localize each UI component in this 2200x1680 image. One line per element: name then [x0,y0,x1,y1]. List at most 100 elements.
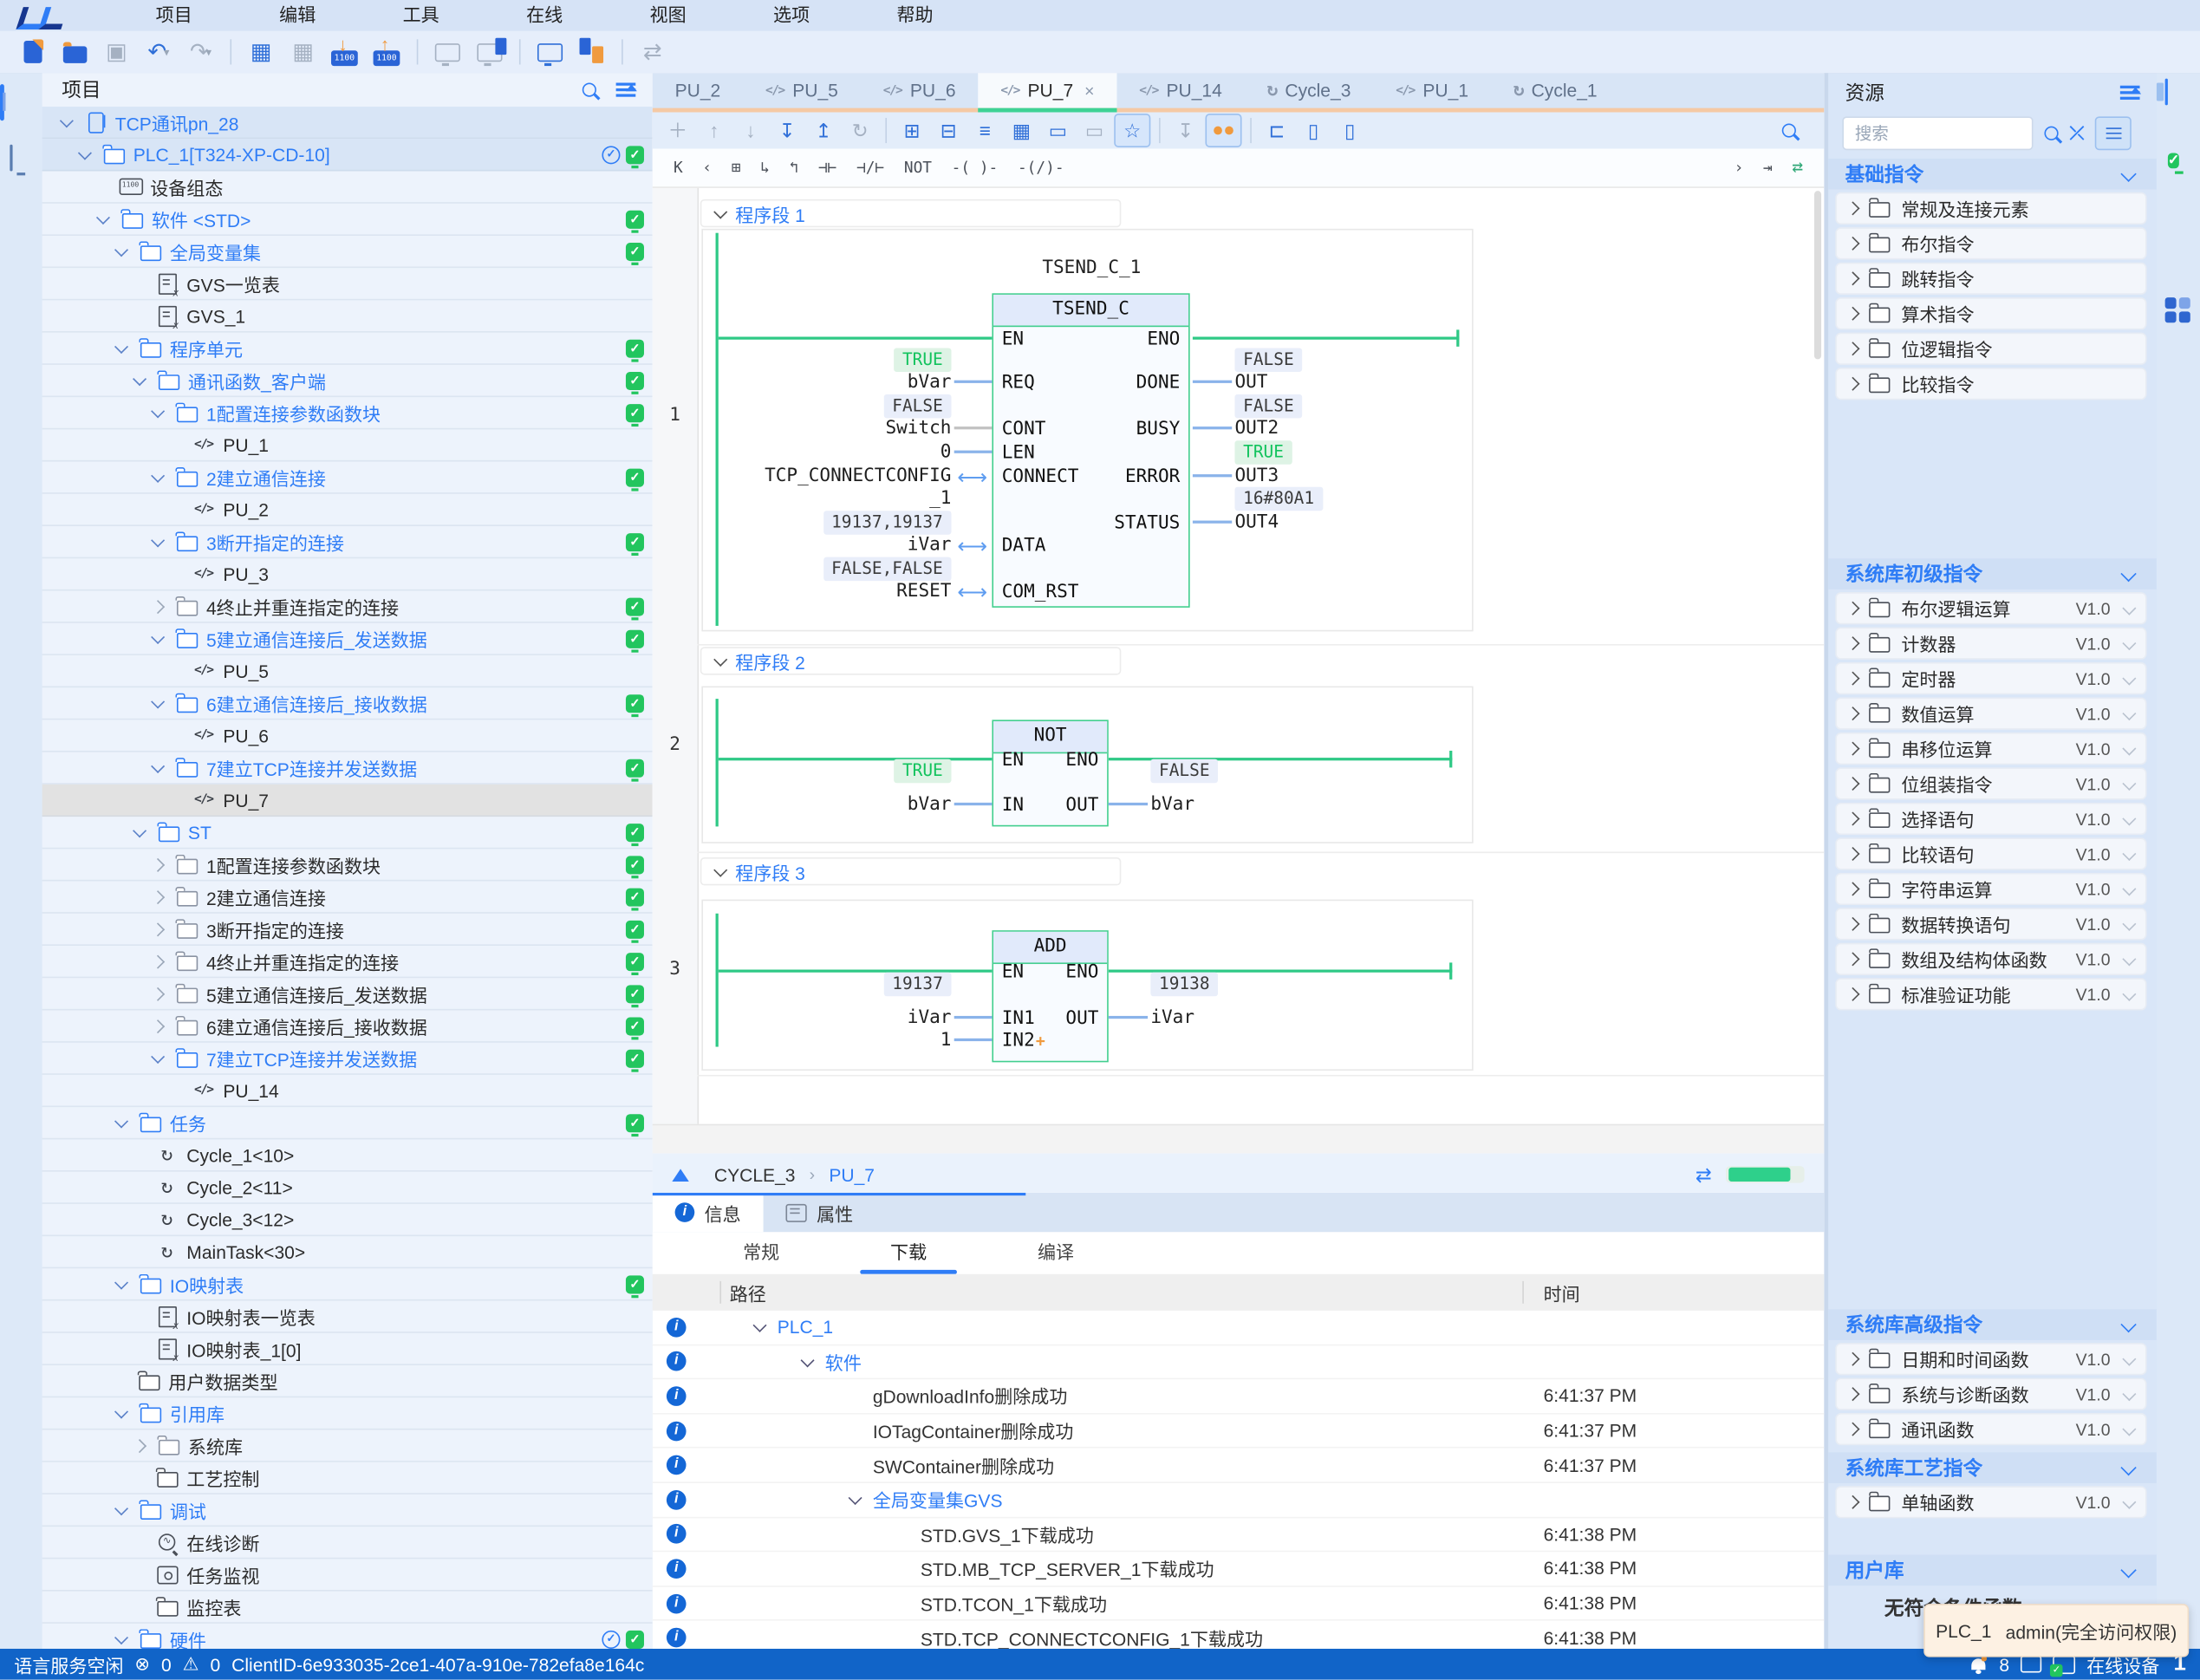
subtab-download[interactable]: 下载 [835,1232,982,1274]
log-row[interactable]: iSTD.TCP_CONNECTCONFIG_1下载成功6:41:38 PM [653,1621,1825,1649]
cross-reference-icon[interactable]: ⇄ [635,35,671,68]
resource-item[interactable]: 定时器V1.0 [1835,662,2146,694]
expander-icon[interactable] [1845,307,1859,321]
editor-tab-Cycle_3[interactable]: ↻Cycle_3 [1245,73,1374,107]
editor-tab-PU_2[interactable]: PU_2 [653,73,743,107]
expander-icon[interactable] [753,1319,767,1332]
tree-row[interactable]: 工艺控制 [42,1462,653,1494]
editor-tab-PU_6[interactable]: </>PU_6 [861,73,979,107]
expander-icon[interactable] [1845,707,1859,720]
tree-row[interactable]: ↻Cycle_2<11> [42,1172,653,1204]
expander-icon[interactable] [151,889,165,903]
resource-item[interactable]: 跳转指令 [1835,263,2146,295]
expander-icon[interactable] [133,1438,146,1452]
redo-icon[interactable]: ↷▾ [182,35,218,68]
resource-search-input[interactable] [1842,116,2033,150]
resource-section-4[interactable]: 用户库 [1828,1555,2157,1586]
close-tab-icon[interactable]: × [1084,81,1094,101]
resource-item[interactable]: 选择语句V1.0 [1835,803,2146,835]
operand-value[interactable]: OUT4 [1234,512,1279,533]
upload-from-plc-icon[interactable]: 1100↑ [369,35,406,68]
chevron-down-icon[interactable] [2122,952,2136,966]
frame-view-icon[interactable]: ▯ [1297,115,1331,147]
operand-value[interactable]: TCP_CONNECTCONFIG [765,466,951,486]
library-blocks-icon[interactable] [2165,297,2190,322]
message-monitor-icon[interactable] [10,145,12,172]
block-instance-name[interactable]: TSEND_C_1 [1042,257,1141,278]
tree-row[interactable]: 5建立通信连接后_发送数据✓ [42,623,653,655]
chevron-down-icon[interactable] [2120,1317,2136,1332]
tree-row[interactable]: 1100设备组态 [42,171,653,203]
operand-value[interactable]: iVar [908,1007,952,1028]
expander-icon[interactable] [114,242,128,256]
expander-icon[interactable] [114,1630,128,1644]
resource-item[interactable]: 单轴函数V1.0 [1835,1486,2146,1518]
expander-icon[interactable] [151,1049,165,1063]
notification-bell-icon[interactable] [1971,1658,1985,1670]
expander-icon[interactable] [1845,342,1859,355]
ld-nav-0-icon[interactable]: › [1727,156,1750,180]
tree-row[interactable]: 4终止并重连指定的连接✓ [42,590,653,622]
editor-tab-PU_14[interactable]: </>PU_14 [1116,73,1244,107]
tree-row[interactable]: 7建立TCP连接并发送数据✓ [42,1043,653,1075]
network-header[interactable]: 程序段 1 [700,199,1122,227]
collapse-network-icon[interactable] [713,205,727,218]
resource-item[interactable]: 数据转换语句V1.0 [1835,908,2146,940]
expander-icon[interactable] [151,759,165,772]
expander-icon[interactable] [1845,1352,1859,1366]
resource-item[interactable]: 日期和时间函数V1.0 [1835,1343,2146,1375]
tree-row[interactable]: IO映射表✓ [42,1268,653,1300]
expander-icon[interactable] [1845,847,1859,861]
chevron-down-icon[interactable] [2122,1387,2136,1401]
collapse-all-icon[interactable]: ⤫ [2070,122,2085,145]
tree-row[interactable]: IO映射表一览表 [42,1301,653,1333]
operand-value[interactable]: 1 [941,1030,952,1051]
split-view-icon[interactable]: ⊏ [1260,115,1294,147]
tree-row[interactable]: 1配置连接参数函数块✓ [42,849,653,881]
chevron-down-icon[interactable] [2122,811,2136,825]
tree-search-icon[interactable] [583,83,596,97]
tree-row[interactable]: GVS一览表 [42,268,653,300]
tree-row[interactable]: ↻Cycle_3<12> [42,1204,653,1236]
expander-icon[interactable] [133,824,146,837]
expander-icon[interactable] [114,1275,128,1289]
chevron-down-icon[interactable] [2120,1460,2136,1475]
expander-icon[interactable] [1845,1423,1859,1436]
resource-item[interactable]: 通讯函数V1.0 [1835,1413,2146,1445]
vertical-scrollbar[interactable] [1814,191,1821,359]
expander-icon[interactable] [1845,952,1859,966]
operand-value[interactable]: bVar [908,794,952,815]
ld-nav-1-icon[interactable]: ⇥ [1756,156,1780,180]
expander-icon[interactable] [1845,917,1859,931]
tree-row[interactable]: 6建立通信连接后_接收数据✓ [42,687,653,720]
resource-item[interactable]: 比较指令 [1835,368,2146,400]
resource-item[interactable]: 位组装指令V1.0 [1835,767,2146,799]
operand-value[interactable]: OUT2 [1234,418,1279,439]
full-view-icon[interactable]: ▯ [1333,115,1367,147]
expander-icon[interactable] [849,1491,862,1505]
tree-row[interactable]: 引用库 [42,1397,653,1429]
menu-item-视图[interactable]: 视图 [606,0,729,31]
operand-value[interactable]: 0 [941,442,952,463]
network-list-icon[interactable]: ≡ [968,115,1002,147]
ld-tool-4-icon[interactable]: ↰ [782,156,805,180]
tree-row[interactable]: IO映射表_1[0] [42,1333,653,1365]
log-row[interactable]: iSTD.TCON_1下载成功6:41:38 PM [653,1586,1825,1621]
insert-network-icon[interactable]: ⊞ [895,115,929,147]
operand-value[interactable]: RESET [896,581,951,602]
resource-item[interactable]: 布尔逻辑运算V1.0 [1835,592,2146,624]
tree-row[interactable]: ↻Cycle_1<10> [42,1139,653,1171]
move-up-icon[interactable]: ↑ [697,115,731,147]
favorites-icon[interactable]: ☆ [1114,114,1150,147]
editor-tab-PU_5[interactable]: </>PU_5 [743,73,861,107]
expander-icon[interactable] [1845,237,1859,251]
tree-row[interactable]: </>PU_3 [42,558,653,590]
expander-icon[interactable] [114,1404,128,1418]
sync-icon[interactable]: ⇄ [1696,1162,1712,1187]
tree-row[interactable]: 软件 <STD>✓ [42,204,653,236]
editor-tab-Cycle_1[interactable]: ↻Cycle_1 [1491,73,1620,107]
editor-tab-PU_7[interactable]: </>PU_7× [978,73,1116,107]
move-down-icon[interactable]: ↓ [734,115,768,147]
ld-tool-8-icon[interactable]: -( )- [945,156,1006,180]
ld-tool-9-icon[interactable]: -(/)- [1011,156,1071,180]
